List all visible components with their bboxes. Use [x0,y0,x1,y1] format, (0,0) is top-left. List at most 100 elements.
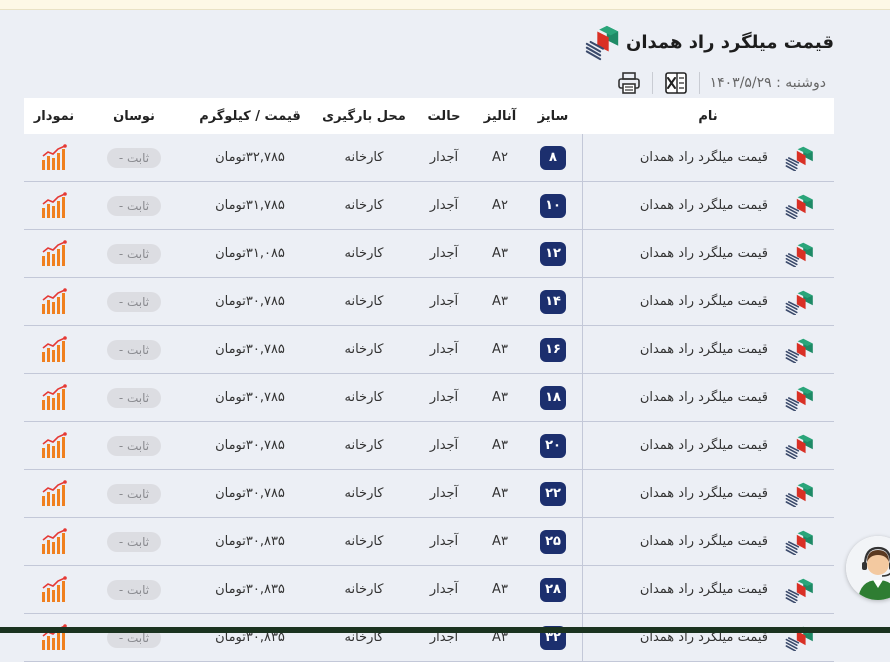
analysis-cell: A۳ [492,246,508,261]
place-cell: کارخانه [344,534,384,549]
table-row: قیمت میلگرد راد همدان ۱۲ A۳ آجدار کارخان… [24,230,834,278]
size-badge: ۱۶ [540,337,566,362]
place-cell: کارخانه [344,390,384,405]
analysis-cell: A۳ [492,486,508,501]
product-name[interactable]: قیمت میلگرد راد همدان [640,246,768,261]
change-badge: ثابت - [106,243,162,264]
change-badge: ثابت - [106,339,162,360]
printer-icon [617,72,640,94]
state-cell: آجدار [429,438,459,453]
bar-chart-icon [42,575,67,602]
product-name-cell: قیمت میلگرد راد همدان [582,422,834,469]
brand-logo-icon [785,290,813,315]
table-row: قیمت میلگرد راد همدان ۱۶ A۳ آجدار کارخان… [24,326,834,374]
state-cell: آجدار [429,390,459,405]
table-row: قیمت میلگرد راد همدان ۸ A۲ آجدار کارخانه… [24,134,834,182]
state-cell: آجدار [429,342,459,357]
support-chat-button[interactable] [846,536,890,600]
state-cell: آجدار [429,582,459,597]
date-label: دوشنبه : ۱۴۰۳/۵/۲۹ [709,75,826,91]
divider [651,72,653,94]
place-cell: کارخانه [344,246,384,261]
change-badge: ثابت - [106,483,162,504]
brand-logo-icon [585,25,619,61]
excel-icon [664,72,687,94]
change-badge: ثابت - [106,579,162,600]
product-name[interactable]: قیمت میلگرد راد همدان [640,438,768,453]
bar-chart-icon [42,383,67,410]
chart-button[interactable] [24,575,84,604]
table-row: قیمت میلگرد راد همدان ۲۵ A۳ آجدار کارخان… [24,518,834,566]
change-badge: ثابت - [106,531,162,552]
place-cell: کارخانه [344,582,384,597]
date-toolbar: دوشنبه : ۱۴۰۳/۵/۲۹ [616,68,826,98]
state-cell: آجدار [429,294,459,309]
column-header-analysis: آنالیز [483,108,517,124]
price-table: نام سایز آنالیز حالت محل بارگیری قیمت / … [24,98,834,662]
bar-chart-icon [42,479,67,506]
product-name-cell: قیمت میلگرد راد همدان [582,326,834,373]
brand-logo-icon [785,482,813,507]
bar-chart-icon [42,527,67,554]
state-cell: آجدار [429,150,459,165]
place-cell: کارخانه [344,438,384,453]
size-badge: ۲۸ [540,577,566,602]
chart-button[interactable] [24,431,84,460]
chart-button[interactable] [24,479,84,508]
brand-logo-icon [785,578,813,603]
table-row: قیمت میلگرد راد همدان ۲۲ A۳ آجدار کارخان… [24,470,834,518]
change-badge: ثابت - [106,435,162,456]
product-name[interactable]: قیمت میلگرد راد همدان [640,342,768,357]
chart-button[interactable] [24,239,84,268]
chart-button[interactable] [24,335,84,364]
product-name[interactable]: قیمت میلگرد راد همدان [640,390,768,405]
chart-button[interactable] [24,143,84,172]
price-cell: ۳۲,۷۸۵تومان [215,150,285,165]
change-badge: ثابت - [106,147,162,168]
table-body: قیمت میلگرد راد همدان ۸ A۲ آجدار کارخانه… [24,134,834,662]
excel-export-button[interactable] [663,70,689,96]
page-title: قیمت میلگرد راد همدان [625,31,834,53]
chart-button[interactable] [24,191,84,220]
bar-chart-icon [42,191,67,218]
product-name[interactable]: قیمت میلگرد راد همدان [640,294,768,309]
product-name-cell: قیمت میلگرد راد همدان [582,278,834,325]
product-name-cell: قیمت میلگرد راد همدان [582,566,834,613]
product-name[interactable]: قیمت میلگرد راد همدان [640,198,768,213]
change-badge: ثابت - [106,195,162,216]
analysis-cell: A۳ [492,438,508,453]
analysis-cell: A۳ [492,582,508,597]
place-cell: کارخانه [344,198,384,213]
product-name[interactable]: قیمت میلگرد راد همدان [640,534,768,549]
bar-chart-icon [42,287,67,314]
price-cell: ۳۱,۷۸۵تومان [215,198,285,213]
place-cell: کارخانه [344,342,384,357]
place-cell: کارخانه [344,150,384,165]
product-name-cell: قیمت میلگرد راد همدان [582,470,834,517]
size-badge: ۱۴ [540,289,566,314]
product-name-cell: قیمت میلگرد راد همدان [582,614,834,661]
column-header-size: سایز [537,108,569,124]
print-button[interactable] [616,70,642,96]
table-row: قیمت میلگرد راد همدان ۱۰ A۲ آجدار کارخان… [24,182,834,230]
bar-chart-icon [42,431,67,458]
column-header-name: نام [698,108,718,124]
column-header-change: نوسان [113,108,155,124]
chart-button[interactable] [24,527,84,556]
state-cell: آجدار [429,246,459,261]
chart-button[interactable] [24,383,84,412]
brand-logo-icon [785,386,813,411]
brand-logo-icon [785,338,813,363]
chart-button[interactable] [24,287,84,316]
analysis-cell: A۳ [492,390,508,405]
product-name[interactable]: قیمت میلگرد راد همدان [640,582,768,597]
product-name[interactable]: قیمت میلگرد راد همدان [640,150,768,165]
table-row: قیمت میلگرد راد همدان ۱۸ A۳ آجدار کارخان… [24,374,834,422]
state-cell: آجدار [429,486,459,501]
size-badge: ۱۸ [540,385,566,410]
product-name-cell: قیمت میلگرد راد همدان [582,182,834,229]
product-name[interactable]: قیمت میلگرد راد همدان [640,486,768,501]
price-cell: ۳۰,۷۸۵تومان [215,438,285,453]
bar-chart-icon [42,335,67,362]
brand-logo-icon [785,434,813,459]
